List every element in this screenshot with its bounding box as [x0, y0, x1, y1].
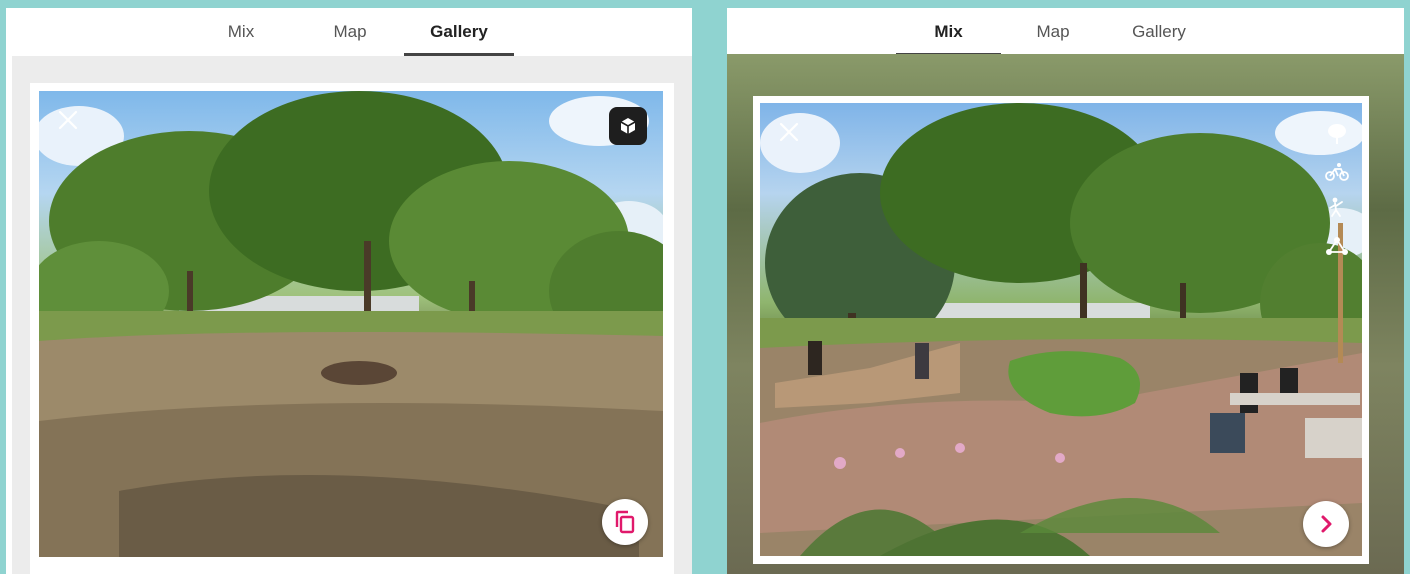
right-tab-map[interactable]: Map [1023, 22, 1083, 56]
left-photo-card [30, 83, 674, 574]
proposed-design-render[interactable] [760, 103, 1362, 556]
close-button[interactable] [53, 105, 83, 135]
right-mix-area [727, 54, 1404, 574]
copy-icon [615, 510, 635, 534]
chevron-right-icon [1321, 515, 1332, 533]
existing-site-scene [39, 91, 663, 557]
left-tab-map[interactable]: Map [318, 22, 382, 56]
tree-layer-toggle[interactable] [1324, 121, 1350, 147]
existing-site-photo[interactable] [39, 91, 663, 557]
left-tab-mix[interactable]: Mix [211, 22, 271, 56]
close-icon [779, 122, 799, 142]
right-photo-card [753, 96, 1369, 564]
climbing-layer-toggle[interactable] [1324, 195, 1350, 221]
right-tab-mix[interactable]: Mix [896, 22, 1001, 56]
left-tab-gallery[interactable]: Gallery [404, 22, 514, 56]
tree-icon [1328, 124, 1346, 144]
left-tab-bar: Mix Map Gallery [6, 8, 692, 56]
copy-button[interactable] [602, 499, 648, 545]
cube-3d-icon [620, 118, 636, 134]
close-icon [58, 110, 78, 130]
right-tab-gallery[interactable]: Gallery [1121, 22, 1197, 56]
right-tab-bar: Mix Map Gallery [727, 8, 1404, 56]
network-icon [1326, 237, 1348, 255]
view-3d-button[interactable] [609, 107, 647, 145]
left-gallery-area [12, 56, 692, 574]
next-button[interactable] [1303, 501, 1349, 547]
climbing-person-icon [1329, 197, 1343, 217]
network-layer-toggle[interactable] [1324, 233, 1350, 259]
bicycle-layer-toggle[interactable] [1324, 159, 1350, 185]
proposed-design-scene [760, 103, 1362, 556]
bicycle-icon [1325, 163, 1349, 181]
left-panel: Mix Map Gallery [6, 8, 692, 574]
close-button[interactable] [774, 117, 804, 147]
right-panel: Mix Map Gallery [727, 8, 1404, 574]
